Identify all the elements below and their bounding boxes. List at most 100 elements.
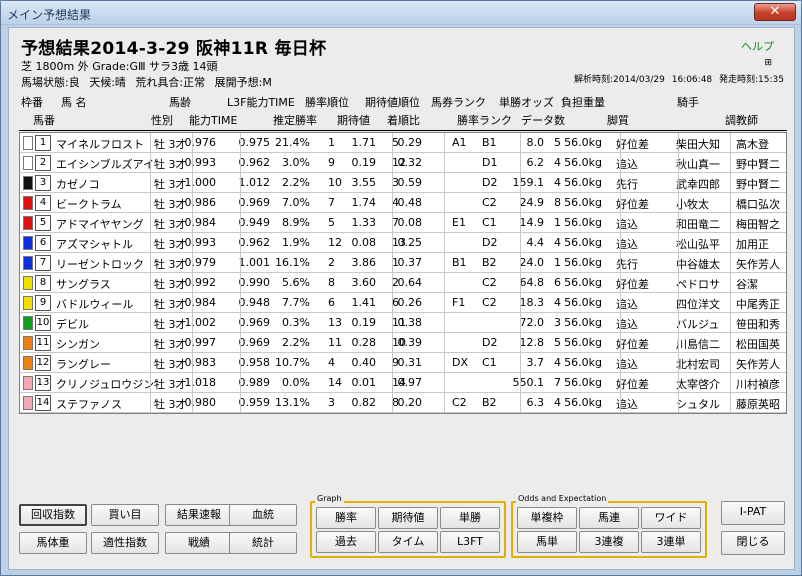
- table-row[interactable]: 10 デビル牡 3才 1.002 0.969 0.3% 13 0.19 11 0.38 72.0 3…: [20, 313, 786, 333]
- cell-ticket-rank: F1: [452, 296, 466, 309]
- umatan-button[interactable]: 馬単: [517, 531, 577, 553]
- column-divider: [150, 373, 151, 393]
- close-button[interactable]: 閉じる: [721, 531, 785, 555]
- table-row[interactable]: 5 アドマイヤヤング牡 3才 0.984 0.949 8.9% 5 1.33 7 0.08 E1 C…: [20, 213, 786, 233]
- bloodline-button[interactable]: 血統: [229, 504, 297, 526]
- cell-data-count: 6: [554, 276, 561, 289]
- table-row[interactable]: 2 エイシンブルズアイ牡 3才 0.993 0.962 3.0% 9 0.19 12 0.32 D…: [20, 153, 786, 173]
- help-link[interactable]: ヘルプ: [741, 38, 774, 54]
- cell-win-rank: 12: [328, 236, 342, 249]
- recovery-index-button[interactable]: 回収指数: [19, 504, 87, 526]
- column-divider: [240, 193, 241, 213]
- race-record-button[interactable]: 戦績: [165, 532, 233, 554]
- col-ability-time: 能力TIME: [189, 114, 238, 127]
- cell-est-win-rate: 2.2%: [282, 336, 310, 349]
- column-divider: [730, 373, 731, 393]
- table-row[interactable]: 14 ステファノス牡 3才 0.980 0.959 13.1% 3 0.82 8 0.20 C2 B…: [20, 393, 786, 413]
- post-time: 発走時刻:15:35: [719, 75, 784, 85]
- table-row[interactable]: 8 サングラス牡 3才 0.992 0.990 5.6% 8 3.60 2 0.64 C2 64.8…: [20, 273, 786, 293]
- column-divider: [192, 333, 193, 353]
- cell-win-rank: 10: [328, 176, 342, 189]
- cell-rate-rank: C1: [482, 216, 497, 229]
- close-icon[interactable]: ✕: [754, 3, 796, 21]
- kaime-button[interactable]: 買い目: [91, 504, 159, 526]
- horse-number: 3: [35, 175, 51, 191]
- table-row[interactable]: 11 シンガン牡 3才 0.997 0.969 2.2% 11 0.28 10 0.39 D2 12…: [20, 333, 786, 353]
- cell-horse-name: ラングレー: [56, 358, 111, 371]
- cell-est-win-rate: 7.7%: [282, 296, 310, 309]
- cell-l3f-time: 0.962: [238, 236, 271, 249]
- cell-weight: 56.0kg: [564, 376, 602, 389]
- cell-data-count: 4: [554, 296, 561, 309]
- table-row[interactable]: 13 クリノジュロウジン牡 3才 1.018 0.989 0.0% 14 0.01 14 0.9…: [20, 373, 786, 393]
- cell-win-odds: 6.2: [526, 156, 545, 169]
- fukushowaku-button[interactable]: 単複枠: [517, 507, 577, 529]
- table-row[interactable]: 1 マイネルフロスト牡 3才 0.976 0.975 21.4% 1 1.71 5 0.29 A1…: [20, 133, 786, 153]
- column-divider: [150, 273, 151, 293]
- time-graph-button[interactable]: タイム: [378, 531, 438, 553]
- l3ft-graph-button[interactable]: L3FT: [440, 531, 500, 553]
- cell-est-win-rate: 1.9%: [282, 236, 310, 249]
- body-weight-button[interactable]: 馬体重: [19, 532, 87, 554]
- cell-trainer: 藤原英昭: [736, 398, 780, 411]
- table-row[interactable]: 9 バドルウィール牡 3才 0.984 0.948 7.7% 6 1.41 6 0.26 F1 C2…: [20, 293, 786, 313]
- cell-ability-time: 0.997: [184, 336, 217, 349]
- horse-number: 14: [35, 395, 51, 411]
- column-divider: [678, 313, 679, 333]
- cell-l3f-time: 0.958: [238, 356, 271, 369]
- cell-weight: 56.0kg: [564, 216, 602, 229]
- umaren-button[interactable]: 馬連: [579, 507, 639, 529]
- cell-est-win-rate: 7.0%: [282, 196, 310, 209]
- past-graph-button[interactable]: 過去: [316, 531, 376, 553]
- column-divider: [520, 253, 521, 273]
- column-divider: [620, 213, 621, 233]
- tansho-graph-button[interactable]: 単勝: [440, 507, 500, 529]
- column-divider: [392, 253, 393, 273]
- cell-win-odds: 159.1: [512, 176, 545, 189]
- statistics-button[interactable]: 統計: [229, 532, 297, 554]
- table-row[interactable]: 12 ラングレー牡 3才 0.983 0.958 10.7% 4 0.40 9 0.31 DX C1…: [20, 353, 786, 373]
- aptitude-index-button[interactable]: 適性指数: [91, 532, 159, 554]
- col-l3f-time: L3F能力TIME: [227, 96, 295, 109]
- cell-jockey: 秋山真一: [676, 158, 720, 171]
- cell-l3f-time: 0.969: [238, 336, 271, 349]
- column-divider: [392, 273, 393, 293]
- results-table[interactable]: 1 マイネルフロスト牡 3才 0.976 0.975 21.4% 1 1.71 5 0.29 A1…: [19, 132, 787, 414]
- title-bar[interactable]: メイン予想結果 ✕: [1, 1, 801, 25]
- cell-trainer: 矢作芳人: [736, 358, 780, 371]
- cell-sex: 牡 3才: [154, 338, 187, 351]
- cell-data-count: 4: [554, 176, 561, 189]
- column-divider: [240, 353, 241, 373]
- cell-horse-name: デビル: [56, 318, 89, 331]
- cell-win-rank: 7: [328, 196, 335, 209]
- expected-value-graph-button[interactable]: 期待値: [378, 507, 438, 529]
- column-divider: [150, 313, 151, 333]
- win-rate-graph-button[interactable]: 勝率: [316, 507, 376, 529]
- column-divider: [620, 153, 621, 173]
- maximize-icon[interactable]: ⊞: [764, 58, 772, 68]
- cell-win-rank: 9: [328, 156, 335, 169]
- table-row[interactable]: 7 リーゼントロック牡 3才 0.979 1.001 16.1% 2 3.86 1 0.37 B1…: [20, 253, 786, 273]
- column-divider: [150, 233, 151, 253]
- table-row[interactable]: 3 カゼノコ牡 3才 1.000 1.012 2.2% 10 3.55 3 0.59 D2 159.…: [20, 173, 786, 193]
- cell-jockey: ペドロサ: [676, 278, 720, 291]
- client-area: 予想結果2014-3-29 阪神11R 毎日杯 芝 1800m 外 Grade:…: [8, 27, 795, 570]
- table-row[interactable]: 4 ビークトラム牡 3才 0.986 0.969 7.0% 7 1.74 4 0.48 C2 24.…: [20, 193, 786, 213]
- sanrenpuku-button[interactable]: 3連複: [579, 531, 639, 553]
- column-divider: [192, 233, 193, 253]
- cell-data-count: 7: [554, 376, 561, 389]
- cell-expected-value: 3.60: [351, 276, 377, 289]
- result-flash-button[interactable]: 結果速報: [165, 504, 233, 526]
- cell-weight: 56.0kg: [564, 316, 602, 329]
- sanrentan-button[interactable]: 3連単: [641, 531, 701, 553]
- column-divider: [520, 153, 521, 173]
- cell-ticket-rank: A1: [452, 136, 467, 149]
- table-row[interactable]: 6 アズマシャトル牡 3才 0.993 0.962 1.9% 12 0.08 13 0.25 D2…: [20, 233, 786, 253]
- cell-sex: 牡 3才: [154, 178, 187, 191]
- cell-weight: 56.0kg: [564, 236, 602, 249]
- column-divider: [678, 173, 679, 193]
- column-divider: [444, 273, 445, 293]
- race-conditions: 馬場状態:良 天候:晴 荒れ具合:正常 展開予想:M: [21, 76, 272, 89]
- wide-button[interactable]: ワイド: [641, 507, 701, 529]
- ipat-button[interactable]: I-PAT: [721, 501, 785, 525]
